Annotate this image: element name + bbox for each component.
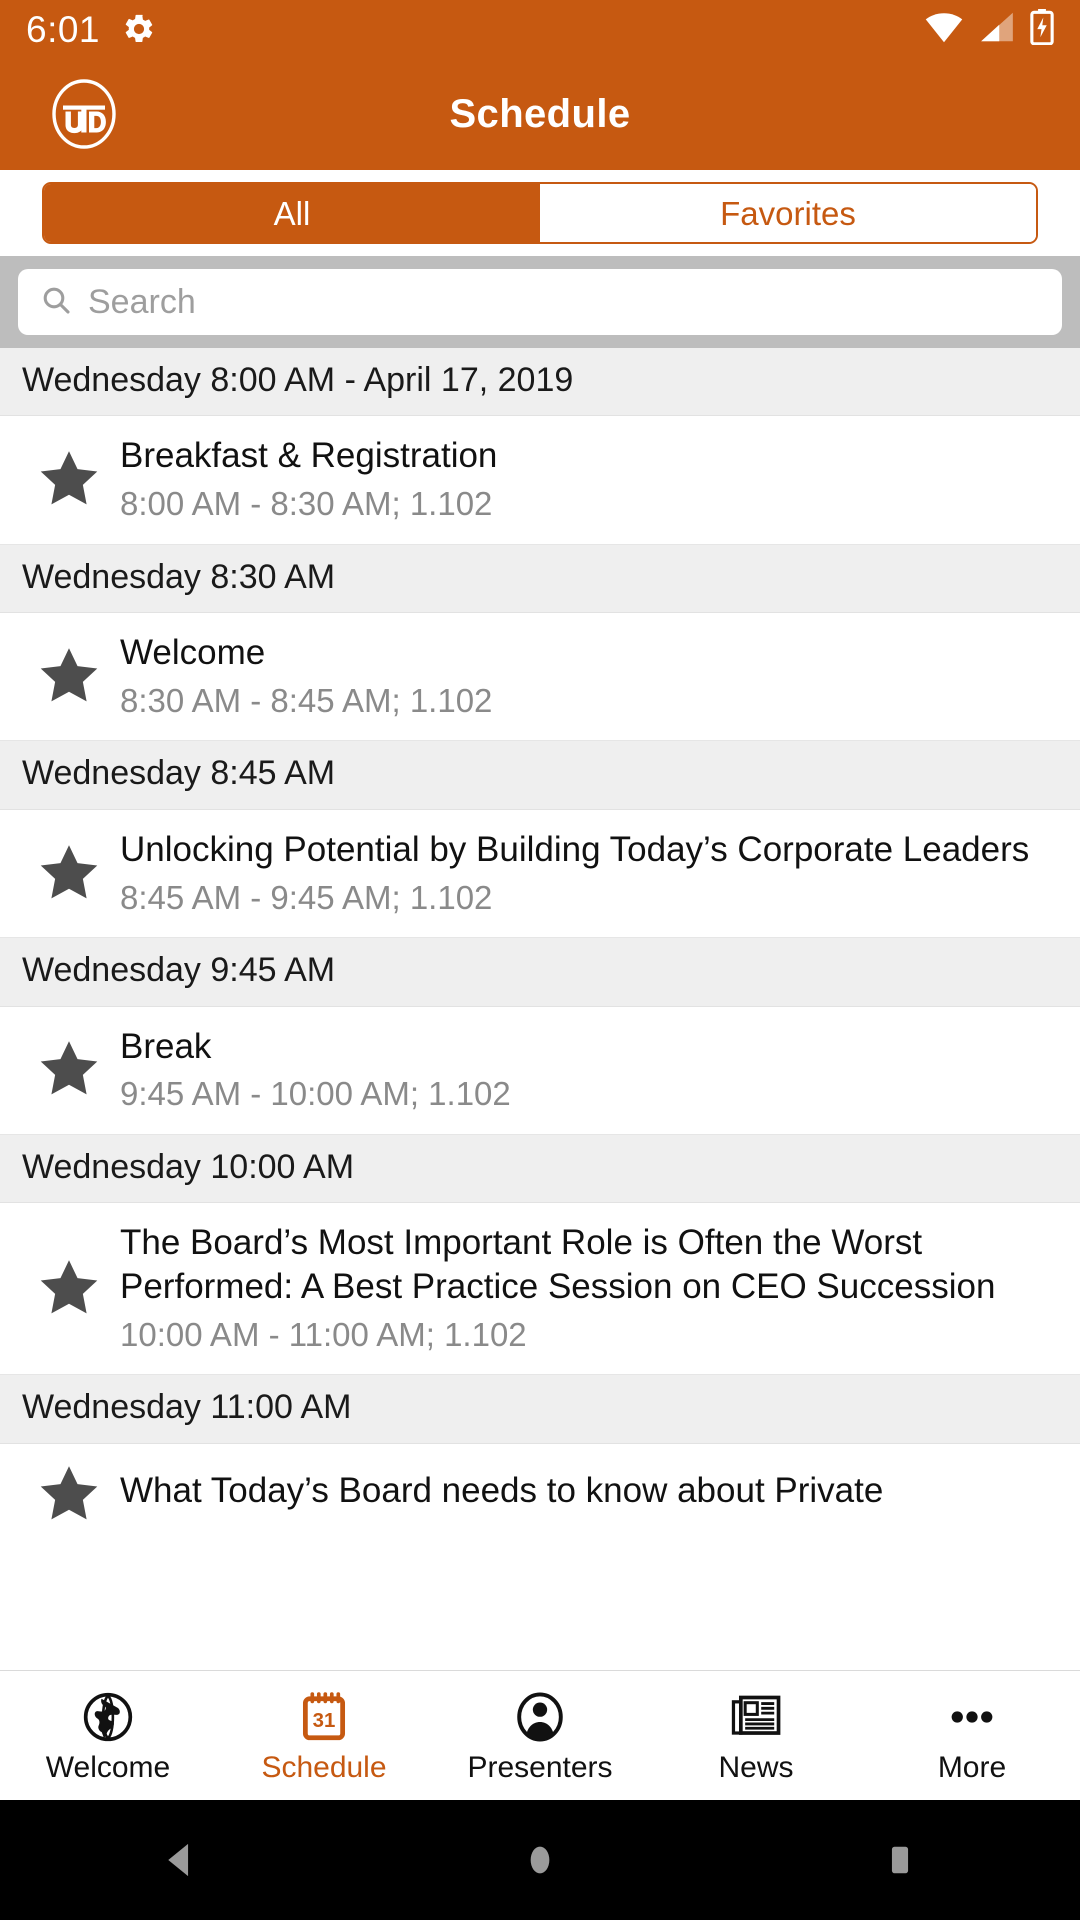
favorite-star-icon[interactable] [26,841,112,905]
session-title: The Board’s Most Important Role is Often… [120,1223,996,1307]
favorite-star-icon[interactable] [26,447,112,511]
calendar-icon: 31 [298,1689,350,1743]
session-body: The Board’s Most Important Role is Often… [112,1221,1054,1354]
section-header: Wednesday 8:00 AM - April 17, 2019 [0,348,1080,417]
newspaper-icon [730,1689,782,1743]
session-title: Unlocking Potential by Building Today’s … [120,829,1030,869]
tab-welcome[interactable]: Welcome [0,1689,216,1783]
status-time: 6:01 [26,8,101,50]
status-right-icons [924,8,1054,50]
search-zone: Search [0,256,1080,348]
cell-signal-icon [978,11,1016,48]
android-nav-bar [0,1800,1080,1920]
ellipsis-icon [946,1689,998,1743]
home-icon[interactable] [480,1800,600,1920]
session-row[interactable]: Unlocking Potential by Building Today’s … [0,809,1080,939]
session-row[interactable]: The Board’s Most Important Role is Often… [0,1203,1080,1376]
svg-text:31: 31 [313,1709,336,1731]
session-title: Welcome [120,633,266,673]
gear-icon [122,12,156,46]
tab-favorites[interactable]: Favorites [540,184,1036,242]
session-details: 10:00 AM - 11:00 AM; 1.102 [120,1315,527,1353]
search-input[interactable]: Search [18,269,1062,335]
recents-icon[interactable] [840,1800,960,1920]
wifi-icon [924,11,964,48]
globe-icon [82,1689,134,1743]
session-details: 8:45 AM - 9:45 AM; 1.102 [120,878,493,916]
session-body: Welcome 8:30 AM - 8:45 AM; 1.102 [112,631,1054,720]
tab-presenters[interactable]: Presenters [432,1689,648,1783]
tab-more[interactable]: More [864,1689,1080,1783]
section-header: Wednesday 9:45 AM [0,938,1080,1007]
section-header: Wednesday 8:45 AM [0,741,1080,810]
section-header: Wednesday 10:00 AM [0,1134,1080,1204]
session-row[interactable]: Breakfast & Registration 8:00 AM - 8:30 … [0,416,1080,545]
tab-news[interactable]: News [648,1689,864,1783]
favorite-star-icon[interactable] [26,1462,112,1526]
utd-logo-icon[interactable] [48,78,120,150]
tab-schedule[interactable]: 31 Schedule [216,1689,432,1783]
session-body: Unlocking Potential by Building Today’s … [112,828,1054,917]
search-icon [40,284,72,321]
favorite-star-icon[interactable] [26,1037,112,1101]
section-header: Wednesday 11:00 AM [0,1375,1080,1444]
status-bar: 6:01 [0,0,1080,58]
tab-all[interactable]: All [44,184,540,242]
back-icon[interactable] [120,1800,240,1920]
tab-label: Presenters [467,1750,613,1784]
page-title: Schedule [449,91,631,136]
tab-label: More [937,1750,1007,1784]
session-body: Breakfast & Registration 8:00 AM - 8:30 … [112,434,1054,523]
session-body: Break 9:45 AM - 10:00 AM; 1.102 [112,1025,1054,1114]
session-details: 8:30 AM - 8:45 AM; 1.102 [120,681,493,719]
favorite-star-icon[interactable] [26,1256,112,1320]
bottom-tab-bar: Welcome 31 Schedule Presenters News More [0,1670,1080,1800]
session-body: What Today’s Board needs to know about P… [112,1469,1054,1519]
tab-label: News [718,1750,794,1784]
tab-label: Schedule [261,1750,387,1784]
filter-tabs-zone: All Favorites [0,170,1080,256]
tab-label: Welcome [45,1750,171,1784]
section-header: Wednesday 8:30 AM [0,544,1080,614]
person-icon [514,1689,566,1743]
search-placeholder: Search [88,283,196,321]
session-title: What Today’s Board needs to know about P… [120,1470,884,1510]
favorite-star-icon[interactable] [26,644,112,708]
battery-charging-icon [1030,8,1054,50]
app-screen: 6:01 Schedule All Favorites Search Wedne… [0,0,1080,1920]
session-row[interactable]: What Today’s Board needs to know about P… [0,1443,1080,1546]
session-title: Break [120,1026,212,1066]
session-title: Breakfast & Registration [120,436,498,476]
session-row[interactable]: Welcome 8:30 AM - 8:45 AM; 1.102 [0,613,1080,742]
session-details: 9:45 AM - 10:00 AM; 1.102 [120,1075,511,1113]
session-details: 8:00 AM - 8:30 AM; 1.102 [120,485,493,523]
session-row[interactable]: Break 9:45 AM - 10:00 AM; 1.102 [0,1006,1080,1135]
filter-segmented-control: All Favorites [42,182,1038,244]
app-bar: Schedule [0,58,1080,170]
